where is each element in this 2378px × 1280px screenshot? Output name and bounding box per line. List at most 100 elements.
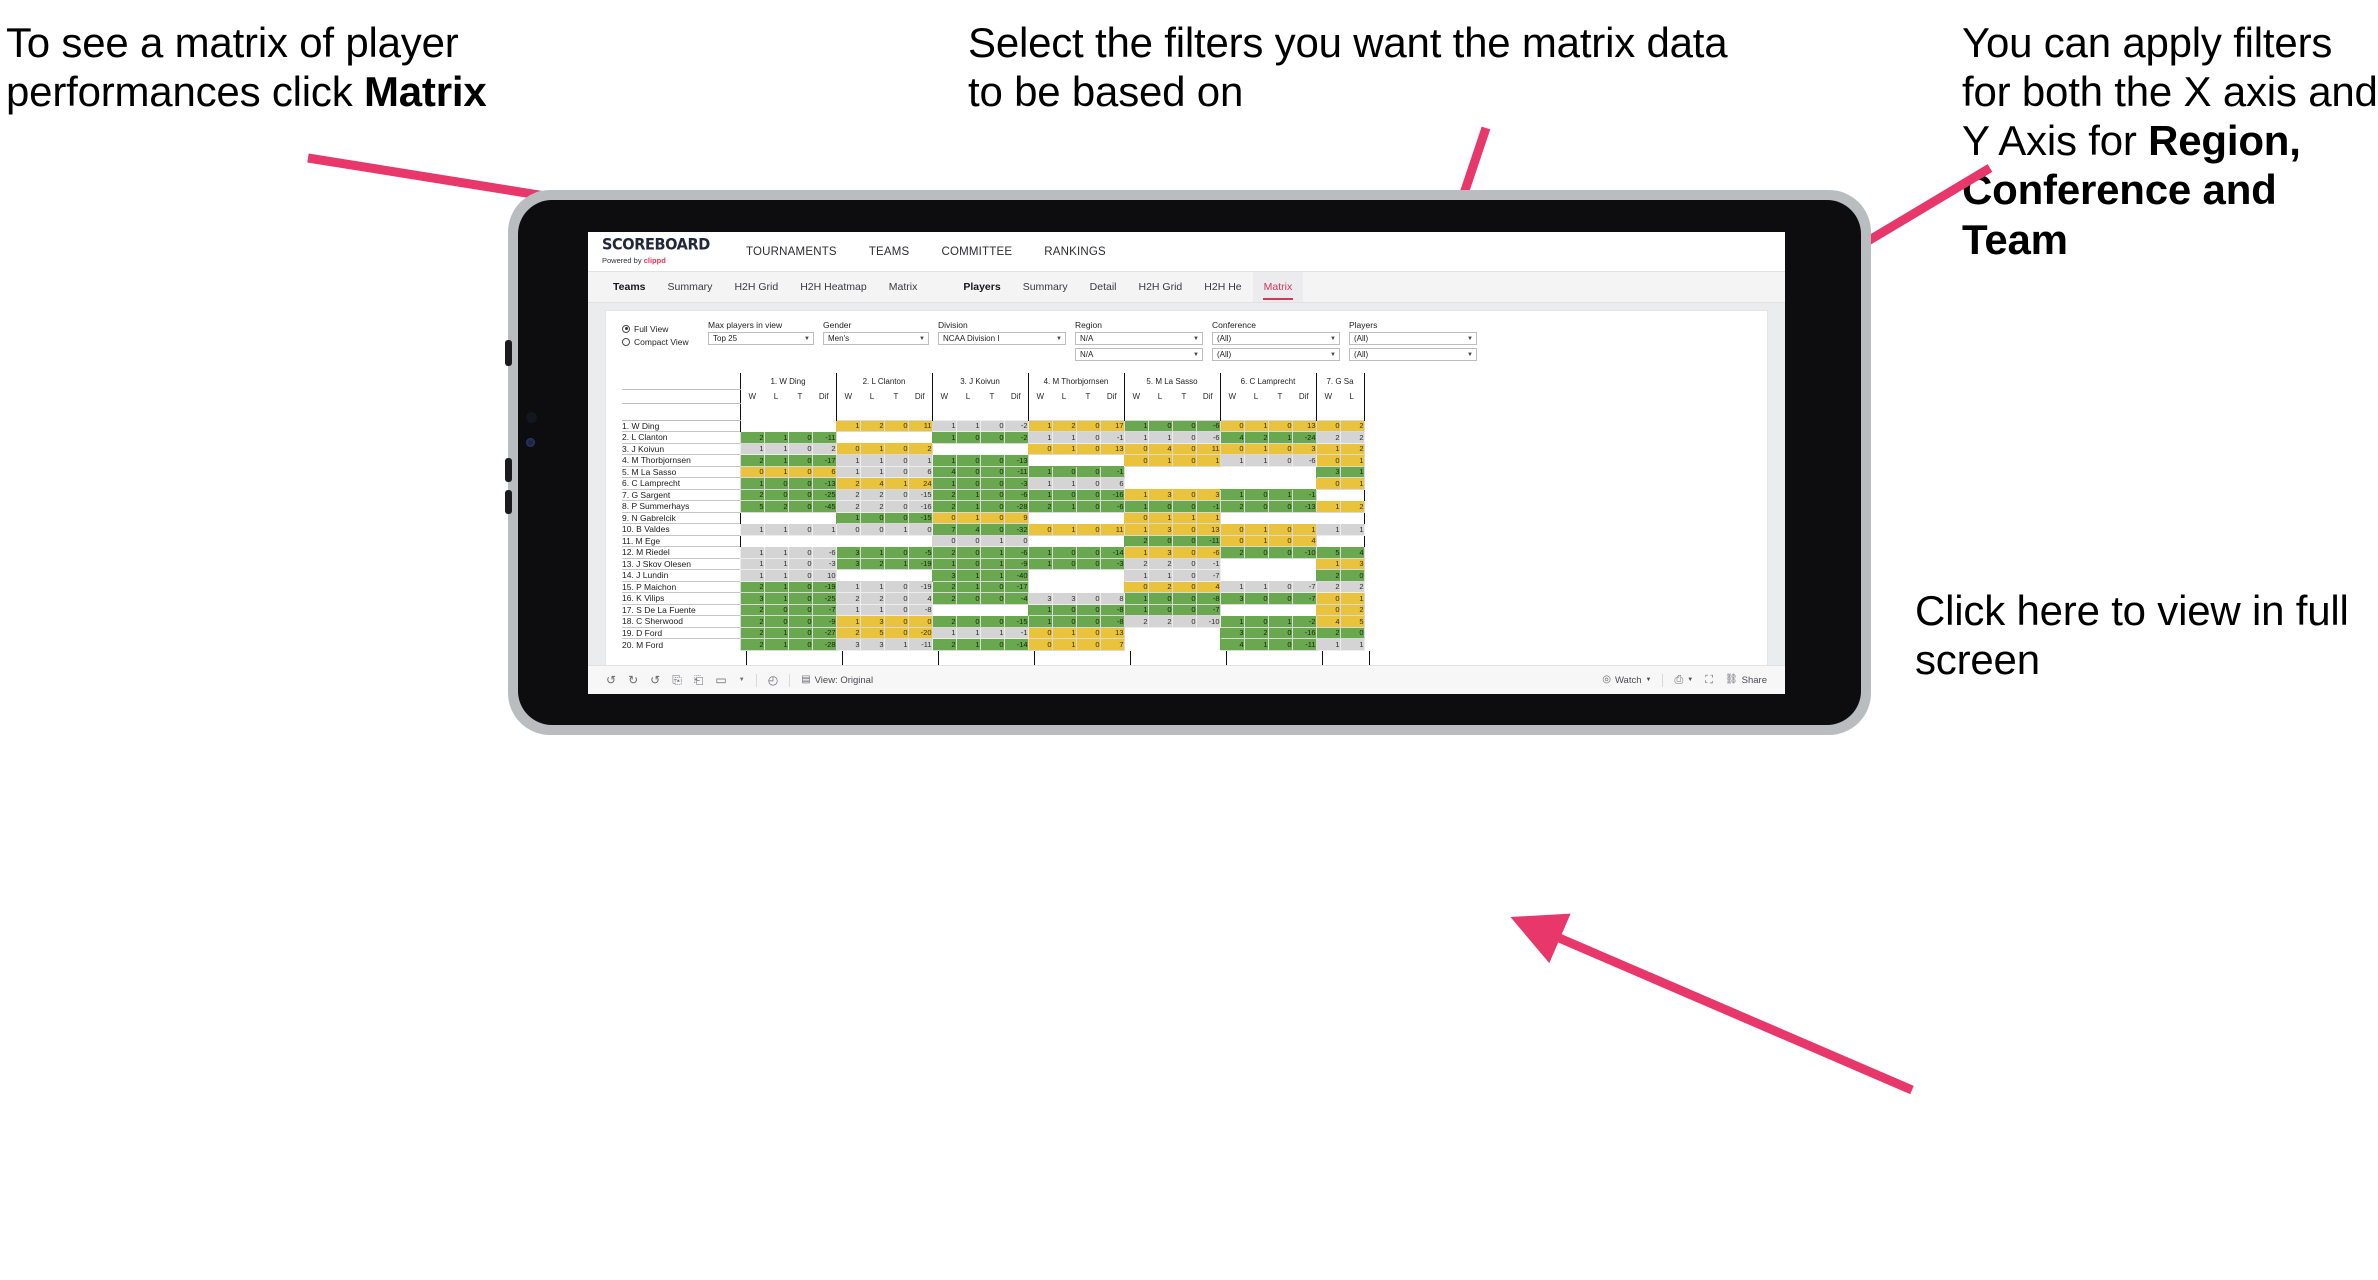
matrix-cell[interactable]: 1 — [859, 442, 885, 455]
matrix-cell[interactable]: 4 — [1219, 431, 1245, 444]
matrix-cell[interactable] — [1004, 443, 1028, 455]
filter-gender-select[interactable]: Men's ▼ — [823, 332, 929, 345]
matrix-cell[interactable] — [1076, 512, 1100, 524]
matrix-cell[interactable]: 2 — [859, 557, 885, 570]
matrix-cell[interactable]: 0 — [1171, 500, 1197, 513]
toolbar-view-original[interactable]: ▤ View: Original — [801, 675, 873, 686]
matrix-cell[interactable] — [835, 535, 860, 547]
matrix-cell[interactable] — [1340, 512, 1365, 524]
matrix-cell[interactable]: 0 — [1267, 500, 1293, 513]
matrix-cell[interactable]: 0 — [1267, 592, 1293, 605]
matrix-cell[interactable] — [1172, 466, 1196, 478]
matrix-cell[interactable]: 2 — [1147, 615, 1173, 628]
matrix-cell[interactable] — [980, 604, 1004, 616]
matrix-cell[interactable] — [1027, 454, 1052, 466]
matrix-cell[interactable]: -6 — [1195, 431, 1221, 444]
matrix-cell[interactable]: 0 — [1051, 546, 1077, 559]
matrix-cell[interactable] — [1004, 604, 1028, 616]
matrix-cell[interactable]: 3 — [859, 638, 885, 651]
matrix-cell[interactable]: 0 — [955, 615, 981, 628]
topnav-teams[interactable]: TEAMS — [853, 246, 926, 258]
tablet-button-volume-up[interactable] — [505, 458, 512, 482]
matrix-cell[interactable]: 1 — [739, 477, 765, 490]
matrix-cell[interactable]: -25 — [811, 488, 837, 501]
matrix-cell[interactable]: 1 — [1123, 488, 1149, 501]
matrix-cell[interactable]: 0 — [1171, 431, 1197, 444]
matrix-cell[interactable]: 0 — [979, 511, 1005, 524]
matrix-cell[interactable]: 3 — [931, 569, 957, 582]
matrix-cell[interactable]: 0 — [787, 488, 813, 501]
matrix-cell[interactable]: 2 — [739, 488, 765, 501]
matrix-cell[interactable] — [788, 535, 812, 547]
matrix-cell[interactable]: 0 — [1339, 626, 1365, 639]
matrix-cell[interactable]: -8 — [1099, 615, 1125, 628]
matrix-cell[interactable]: 0 — [1243, 546, 1269, 559]
matrix-cell[interactable]: -1 — [1195, 557, 1221, 570]
matrix-cell[interactable]: 0 — [955, 477, 981, 490]
matrix-cell[interactable]: 0 — [763, 488, 789, 501]
matrix-cell[interactable]: 1 — [763, 626, 789, 639]
matrix-cell[interactable] — [812, 535, 836, 547]
matrix-cell[interactable] — [1052, 512, 1076, 524]
matrix-cell[interactable]: 0 — [1219, 419, 1245, 432]
matrix-cell[interactable]: 2 — [931, 592, 957, 605]
topnav-tournaments[interactable]: TOURNAMENTS — [730, 246, 853, 258]
matrix-cell[interactable]: 4 — [1219, 638, 1245, 651]
matrix-cell[interactable]: 0 — [1267, 454, 1293, 467]
matrix-cell[interactable]: 0 — [1075, 465, 1101, 478]
matrix-cell[interactable] — [1052, 569, 1076, 581]
matrix-cell[interactable]: 0 — [1051, 615, 1077, 628]
matrix-cell[interactable]: 7 — [931, 523, 957, 536]
matrix-cell[interactable] — [1268, 558, 1292, 570]
matrix-cell[interactable]: 1 — [1123, 500, 1149, 513]
matrix-cell[interactable]: 5 — [859, 626, 885, 639]
matrix-cell[interactable]: -40 — [1003, 569, 1029, 582]
matrix-cell[interactable]: 1 — [1051, 523, 1077, 536]
redo-icon[interactable]: ↻ — [628, 674, 638, 686]
matrix-cell[interactable] — [1340, 535, 1365, 547]
matrix-cell[interactable]: 2 — [739, 603, 765, 616]
matrix-cell[interactable]: 4 — [1195, 580, 1221, 593]
matrix-cell[interactable] — [1196, 627, 1220, 639]
matrix-cell[interactable]: -32 — [1003, 523, 1029, 536]
matrix-cell[interactable]: 1 — [1051, 638, 1077, 651]
matrix-cell[interactable]: -28 — [811, 638, 837, 651]
matrix-cell[interactable]: 0 — [1147, 419, 1173, 432]
matrix-cell[interactable]: -1 — [1195, 500, 1221, 513]
matrix-cell[interactable]: 0 — [883, 580, 909, 593]
matrix-cell[interactable]: 8 — [1099, 592, 1125, 605]
matrix-cell[interactable]: 0 — [1315, 603, 1341, 616]
matrix-cell[interactable] — [1244, 466, 1268, 478]
matrix-cell[interactable]: 2 — [835, 500, 861, 513]
matrix-cell[interactable]: 0 — [1027, 523, 1053, 536]
matrix-cell[interactable]: 1 — [1339, 454, 1365, 467]
matrix-cell[interactable]: 1 — [835, 615, 861, 628]
tablet-button-power[interactable] — [505, 340, 512, 366]
matrix-cell[interactable]: -1 — [1099, 431, 1125, 444]
matrix-cell[interactable]: 0 — [907, 615, 933, 628]
refresh-data-icon[interactable]: ⎘ — [672, 674, 682, 686]
matrix-cell[interactable] — [1292, 558, 1316, 570]
undo-history-icon[interactable]: ◴ — [768, 674, 778, 686]
matrix-cell[interactable]: 2 — [1147, 580, 1173, 593]
subnav-players-h2h-grid[interactable]: H2H Grid — [1128, 272, 1194, 302]
matrix-cell[interactable]: -10 — [1291, 546, 1317, 559]
matrix-cell[interactable] — [1315, 535, 1340, 547]
matrix-cell[interactable]: 0 — [787, 592, 813, 605]
matrix-cell[interactable]: 1 — [1267, 431, 1293, 444]
matrix-cell[interactable] — [1196, 477, 1220, 489]
matrix-cell[interactable]: 0 — [1027, 626, 1053, 639]
toolbar-subscribe[interactable]: ⎙ ▼ — [1674, 674, 1693, 686]
matrix-cell[interactable]: 1 — [1243, 580, 1269, 593]
matrix-cell[interactable]: 6 — [811, 465, 837, 478]
matrix-cell[interactable]: 1 — [1027, 557, 1053, 570]
matrix-cell[interactable] — [1268, 477, 1292, 489]
matrix-cell[interactable]: -16 — [1291, 626, 1317, 639]
matrix-cell[interactable]: 1 — [739, 523, 765, 536]
matrix-cell[interactable]: 4 — [931, 465, 957, 478]
matrix-cell[interactable]: 0 — [883, 592, 909, 605]
matrix-cell[interactable]: 1 — [1027, 488, 1053, 501]
matrix-cell[interactable]: 0 — [1075, 603, 1101, 616]
matrix-cell[interactable] — [1196, 638, 1220, 650]
matrix-cell[interactable]: 2 — [1339, 580, 1365, 593]
